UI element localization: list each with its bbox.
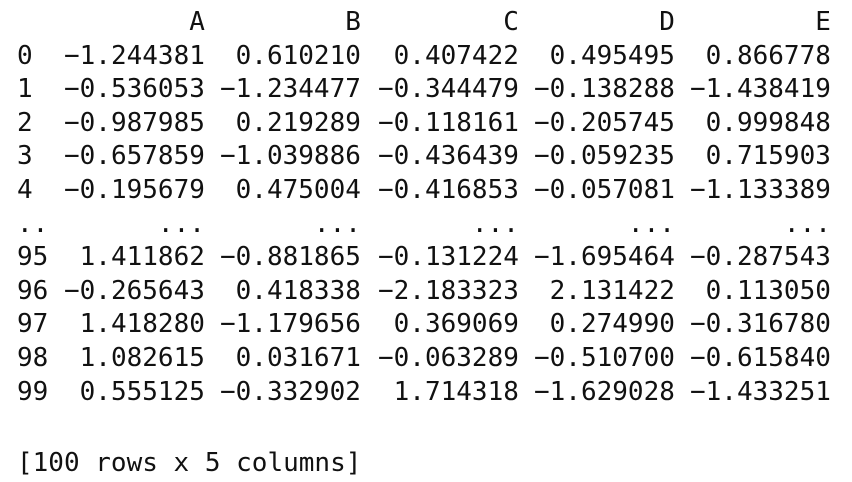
dataframe-table: A B C D E 0 −1.244381 0.610210 0.407422 0.49… <box>17 6 831 409</box>
cell-c: 1.714318 <box>393 376 519 407</box>
cell-c: −0.416853 <box>378 174 519 205</box>
dataframe-body: 0 −1.244381 0.610210 0.407422 0.495495 0.8667… <box>17 40 831 410</box>
cell-b: 0.610210 <box>235 40 361 71</box>
cell-c: −0.118161 <box>378 107 519 138</box>
cell-d: ... <box>627 208 675 239</box>
cell-b: 0.219289 <box>235 107 361 138</box>
cell-e: −0.316780 <box>690 309 831 340</box>
row-index: .. <box>17 208 49 239</box>
table-row: 96 −0.265643 0.418338 −2.183323 2.131422 0.11… <box>17 275 831 309</box>
cell-d: 2.131422 <box>549 275 675 306</box>
cell-c: 0.407422 <box>393 40 519 71</box>
cell-e: −1.433251 <box>690 376 831 407</box>
row-index: 96 <box>17 275 49 306</box>
column-header-b: B <box>345 7 361 37</box>
cell-d: −0.057081 <box>534 174 675 205</box>
row-index: 98 <box>17 342 49 373</box>
cell-e: −1.438419 <box>690 74 831 105</box>
cell-e: 0.866778 <box>705 40 831 71</box>
cell-b: −1.179656 <box>220 309 361 340</box>
table-row: ................. <box>17 208 831 242</box>
shape-summary: [100 rows x 5 columns] <box>17 448 362 478</box>
cell-d: 0.274990 <box>549 309 675 340</box>
cell-b: 0.475004 <box>235 174 361 205</box>
table-row: 99 0.555125 −0.332902 1.714318 −1.629028 −1.4… <box>17 376 831 410</box>
cell-d: −1.695464 <box>534 242 675 273</box>
column-header-c: C <box>503 7 519 37</box>
cell-c: −0.436439 <box>378 141 519 172</box>
header-row: A B C D E <box>17 6 831 40</box>
row-index: 1 <box>17 74 33 105</box>
column-header-d: D <box>659 7 675 37</box>
console-output: A B C D E 0 −1.244381 0.610210 0.407422 0.49… <box>0 0 852 482</box>
cell-c: −0.063289 <box>378 342 519 373</box>
cell-a: 1.411862 <box>79 242 205 273</box>
cell-a: −1.244381 <box>64 40 205 71</box>
table-row: 2 −0.987985 0.219289 −0.118161 −0.205745 0.99… <box>17 107 831 141</box>
table-row: 98 1.082615 0.031671 −0.063289 −0.510700 −0.6… <box>17 342 831 376</box>
cell-d: −0.059235 <box>534 141 675 172</box>
cell-b: −0.881865 <box>220 242 361 273</box>
cell-d: 0.495495 <box>549 40 675 71</box>
table-row: 95 1.411862 −0.881865 −0.131224 −1.695464 −0.… <box>17 241 831 275</box>
cell-c: −0.131224 <box>378 242 519 273</box>
cell-a: −0.195679 <box>64 174 205 205</box>
cell-b: ... <box>313 208 361 239</box>
row-index: 4 <box>17 174 33 205</box>
cell-b: −1.039886 <box>220 141 361 172</box>
cell-e: ... <box>783 208 831 239</box>
cell-e: −1.133389 <box>690 174 831 205</box>
cell-a: 0.555125 <box>79 376 205 407</box>
row-index: 99 <box>17 376 49 407</box>
cell-c: −0.344479 <box>378 74 519 105</box>
cell-c: 0.369069 <box>393 309 519 340</box>
cell-a: −0.265643 <box>64 275 205 306</box>
cell-b: 0.418338 <box>235 275 361 306</box>
cell-d: −0.510700 <box>534 342 675 373</box>
table-row: 97 1.418280 −1.179656 0.369069 0.274990 −0.31… <box>17 308 831 342</box>
table-row: 1 −0.536053 −1.234477 −0.344479 −0.138288 −1.… <box>17 73 831 107</box>
cell-d: −1.629028 <box>534 376 675 407</box>
column-header-e: E <box>815 7 831 37</box>
cell-b: −1.234477 <box>220 74 361 105</box>
row-index: 95 <box>17 242 49 273</box>
cell-c: −2.183323 <box>378 275 519 306</box>
cell-e: 0.715903 <box>705 141 831 172</box>
cell-a: −0.536053 <box>64 74 205 105</box>
table-row: 0 −1.244381 0.610210 0.407422 0.495495 0.8667… <box>17 40 831 74</box>
cell-a: −0.987985 <box>64 107 205 138</box>
cell-e: 0.999848 <box>705 107 831 138</box>
row-index: 2 <box>17 107 33 138</box>
dataframe-header: A B C D E <box>17 6 831 40</box>
table-row: 3 −0.657859 −1.039886 −0.436439 −0.059235 0.7… <box>17 140 831 174</box>
cell-e: 0.113050 <box>705 275 831 306</box>
cell-a: −0.657859 <box>64 141 205 172</box>
table-row: 4 −0.195679 0.475004 −0.416853 −0.057081 −1.1… <box>17 174 831 208</box>
cell-d: −0.138288 <box>534 74 675 105</box>
column-header-a: A <box>189 7 205 37</box>
index-header <box>17 6 64 40</box>
cell-a: 1.082615 <box>79 342 205 373</box>
cell-a: 1.418280 <box>79 309 205 340</box>
cell-e: −0.287543 <box>690 242 831 273</box>
row-index: 3 <box>17 141 33 172</box>
cell-a: ... <box>157 208 205 239</box>
row-index: 0 <box>17 40 33 71</box>
cell-b: −0.332902 <box>220 376 361 407</box>
cell-e: −0.615840 <box>690 342 831 373</box>
cell-b: 0.031671 <box>235 342 361 373</box>
cell-c: ... <box>471 208 519 239</box>
cell-d: −0.205745 <box>534 107 675 138</box>
row-index: 97 <box>17 309 49 340</box>
